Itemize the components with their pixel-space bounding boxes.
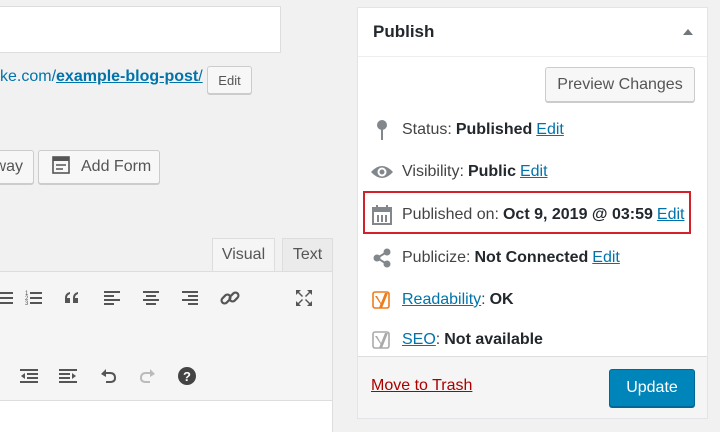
collapse-arrow-icon[interactable] <box>683 29 693 35</box>
visibility-value: Public <box>467 163 516 180</box>
readability-link[interactable]: Readability <box>402 291 481 309</box>
seo-colon: : <box>435 331 441 348</box>
calendar-icon <box>370 203 394 227</box>
published-on-label: Published on: <box>402 206 499 223</box>
link-icon[interactable] <box>217 285 243 311</box>
publicize-label: Publicize: <box>402 249 471 266</box>
add-giveaway-button[interactable]: way <box>0 150 34 184</box>
svg-text:?: ? <box>183 369 191 384</box>
permalink-url-prefix[interactable]: ke.com/ <box>0 68 56 85</box>
published-on-row: Published on: Oct 9, 2019 @ 03:59 Edit <box>370 202 684 228</box>
blockquote-icon[interactable] <box>59 285 85 311</box>
readability-colon: : <box>481 291 486 308</box>
readability-value: OK <box>489 291 514 308</box>
status-row: Status: Published Edit <box>370 117 564 143</box>
outdent-icon[interactable] <box>16 363 42 389</box>
readability-row: Readability: OK <box>370 287 514 313</box>
publish-box: Publish Preview Changes Status: Publishe… <box>357 7 708 419</box>
eye-icon <box>370 160 394 184</box>
tab-text[interactable]: Text <box>282 238 333 272</box>
visibility-edit-link[interactable]: Edit <box>520 163 548 181</box>
status-label: Status: <box>402 121 452 138</box>
move-to-trash-link[interactable]: Move to Trash <box>371 377 472 395</box>
numbered-list-icon[interactable]: 123 <box>21 285 47 311</box>
permalink-edit-button[interactable]: Edit <box>207 66 252 94</box>
permalink-slug[interactable]: example-blog-post <box>56 68 198 85</box>
publicize-row: Publicize: Not Connected Edit <box>370 245 620 271</box>
yoast-readability-icon <box>370 288 394 312</box>
published-on-value: Oct 9, 2019 @ 03:59 <box>502 206 653 223</box>
publish-title: Publish <box>373 22 435 41</box>
post-title-input[interactable] <box>0 6 281 53</box>
seo-row: SEO: Not available <box>370 327 543 353</box>
update-button[interactable]: Update <box>609 369 695 407</box>
published-on-edit-link[interactable]: Edit <box>657 206 685 224</box>
yoast-seo-icon <box>370 328 394 352</box>
tab-visual[interactable]: Visual <box>212 238 275 272</box>
fullscreen-icon[interactable] <box>291 285 317 311</box>
preview-changes-button[interactable]: Preview Changes <box>545 67 695 102</box>
seo-value: Not available <box>444 331 543 348</box>
add-giveaway-label: way <box>0 158 23 175</box>
indent-icon[interactable] <box>55 363 81 389</box>
bulleted-list-icon[interactable] <box>0 285 18 311</box>
add-form-label: Add Form <box>81 158 152 175</box>
visibility-label: Visibility: <box>402 163 464 180</box>
seo-link[interactable]: SEO <box>402 331 436 349</box>
status-edit-link[interactable]: Edit <box>536 121 564 139</box>
share-icon <box>370 246 394 270</box>
publicize-value: Not Connected <box>474 249 589 266</box>
redo-icon[interactable] <box>135 363 161 389</box>
visibility-row: Visibility: Public Edit <box>370 159 548 185</box>
permalink-url-suffix[interactable]: / <box>198 68 202 85</box>
add-form-button[interactable]: Add Form <box>38 150 160 184</box>
status-value: Published <box>455 121 533 138</box>
align-right-icon[interactable] <box>177 285 203 311</box>
form-icon <box>51 155 71 180</box>
publish-footer: Move to Trash Update <box>358 356 707 418</box>
svg-text:3: 3 <box>25 301 29 307</box>
permalink: ke.com/example-blog-post/ <box>0 68 203 86</box>
undo-icon[interactable] <box>95 363 121 389</box>
publicize-edit-link[interactable]: Edit <box>592 249 620 267</box>
help-icon[interactable]: ? <box>174 363 200 389</box>
pin-icon <box>370 118 394 142</box>
editor-content-area[interactable] <box>0 400 333 432</box>
publish-header[interactable]: Publish <box>358 8 707 57</box>
editor-toolbar: 123 ? <box>0 271 333 401</box>
align-center-icon[interactable] <box>138 285 164 311</box>
align-left-icon[interactable] <box>99 285 125 311</box>
